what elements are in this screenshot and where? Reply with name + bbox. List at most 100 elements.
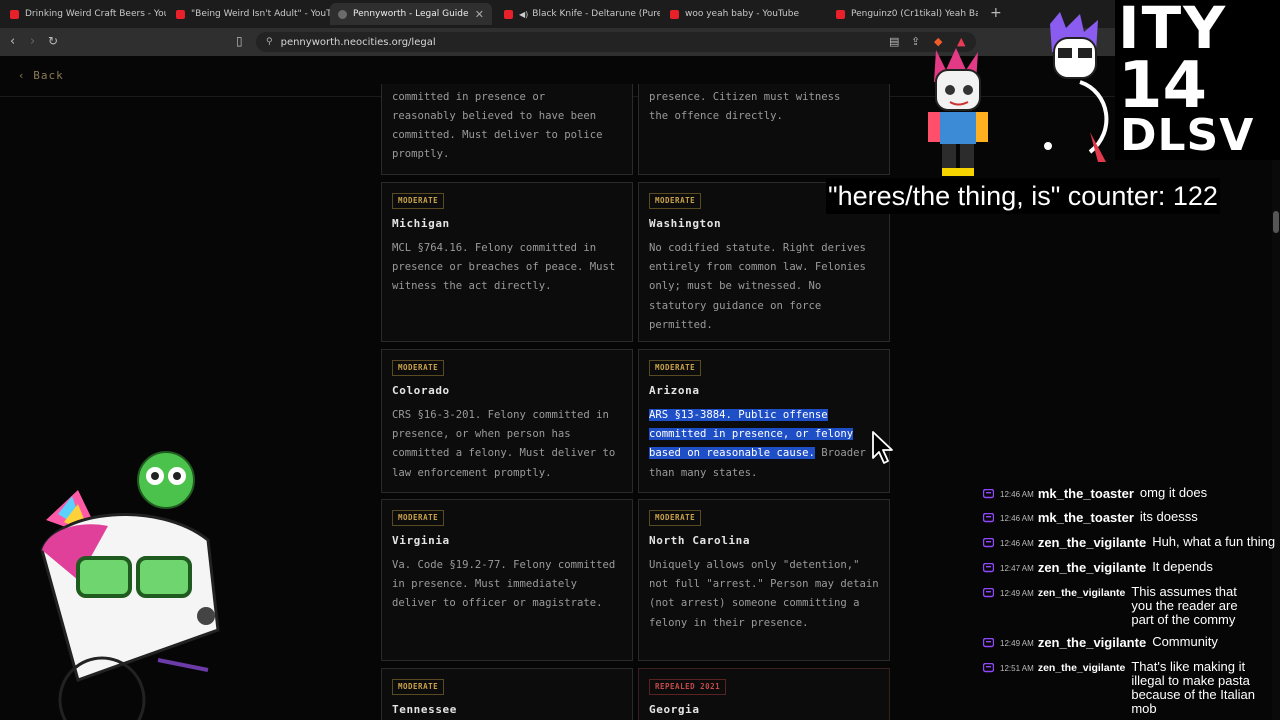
scrollbar-thumb[interactable] [1273,211,1279,233]
card-text-line: the offence directly. [649,110,783,122]
tab-pennyworth-legal[interactable]: Pennyworth - Legal Guide ✕ [330,3,492,25]
chat-text: Community [1152,634,1218,649]
youtube-icon [504,9,513,19]
tab-youtube-being-weird[interactable]: "Being Weird Isn't Adult" - YouTube [168,3,332,25]
state-card-arizona: MODERATE Arizona ARS §13-3884. Public of… [638,349,890,493]
chat-username: zen_the_vigilante [1037,560,1147,575]
reader-mode-icon[interactable]: ▤ [889,35,899,48]
chat-username: zen_the_vigilante [1037,662,1126,674]
state-card-north-carolina: MODERATE North Carolina Uniquely allows … [638,499,890,661]
card-text-line: committed in presence or [392,91,546,103]
share-icon[interactable]: ⇪ [911,35,920,48]
chat-username: zen_the_vigilante [1037,635,1147,650]
chat-message: 12:49 AM zen_the_vigilante This assumes … [983,585,1249,627]
card-text-line: promptly. [392,148,450,160]
state-description: CRS §16-3-201. Felony committed in prese… [392,409,616,479]
tab-youtube-craft-beers[interactable]: Drinking Weird Craft Beers - YouTube [2,3,166,25]
severity-badge: MODERATE [649,360,702,376]
youtube-icon [670,9,679,19]
severity-badge: MODERATE [649,193,702,209]
stream-logo-text: DLSV [1120,110,1255,161]
state-name: Arizona [649,384,700,397]
address-text[interactable]: pennyworth.neocities.org/legal [281,37,436,48]
chat-badge-icon [983,563,994,573]
phrase-counter: "heres/the thing, is" counter: 122 [826,178,1220,214]
state-card-tennessee: MODERATE Tennessee [381,668,633,720]
state-name: Washington [649,217,722,230]
chat-badge-icon [983,489,994,499]
state-description: No codified statute. Right derives entir… [649,242,866,331]
chat-badge-icon [983,663,994,673]
neocities-icon [338,9,347,19]
tab-woo-yeah-baby[interactable]: woo yeah baby - YouTube [662,3,826,25]
back-link[interactable]: ‹ Back [18,69,64,82]
chat-message: 12:46 AM mk_the_toaster omg it does [983,486,1207,501]
state-card-michigan: MODERATE Michigan MCL §764.16. Felony co… [381,182,633,342]
severity-badge: MODERATE [392,679,445,695]
tab-title: Penguinz0 (Cr1tikal) Yeah Baby. That [851,9,978,19]
tab-penguinz0[interactable]: Penguinz0 (Cr1tikal) Yeah Baby. That [828,3,978,25]
bookmark-icon[interactable]: ▯ [236,34,243,48]
close-tab-icon[interactable]: ✕ [469,8,484,21]
state-name: Colorado [392,384,450,397]
address-bar[interactable]: ⚲ pennyworth.neocities.org/legal [256,32,976,52]
severity-badge: REPEALED 2021 [649,679,727,695]
state-name: Michigan [392,217,450,230]
chat-timestamp: 12:47 AM [1000,564,1034,573]
tab-title: "Being Weird Isn't Adult" - YouTube [191,9,332,19]
chat-text: its doesss [1139,509,1198,524]
state-description: Va. Code §19.2-77. Felony committed in p… [392,559,616,610]
stream-chat: 12:46 AM mk_the_toaster omg it does 12:4… [975,484,1280,720]
card-text-line: reasonably believed to have been [392,110,597,122]
state-name: North Carolina [649,534,751,547]
state-description: Uniquely allows only "detention," not fu… [649,559,879,629]
chat-message: 12:51 AM zen_the_vigilante That's like m… [983,660,1259,716]
chat-message: 12:46 AM mk_the_toaster its doesss [983,510,1198,525]
chat-badge-icon [983,513,994,523]
mouse-cursor-icon [872,431,893,464]
chat-text: That's like making it illegal to make pa… [1131,659,1255,716]
chat-message: 12:46 AM zen_the_vigilante Huh, what a f… [983,535,1275,550]
site-info-icon[interactable]: ⚲ [266,37,273,47]
reload-icon[interactable]: ↻ [48,34,58,48]
tab-title: Pennyworth - Legal Guide [353,9,469,19]
state-card-partial-right: presence. Citizen must witness the offen… [638,84,890,175]
chat-text: This assumes that you the reader are par… [1131,584,1238,627]
card-text-line: committed. Must deliver to police [392,129,603,141]
chat-username: mk_the_toaster [1037,486,1134,501]
chat-username: zen_the_vigilante [1037,535,1147,550]
state-card-virginia: MODERATE Virginia Va. Code §19.2-77. Fel… [381,499,633,661]
chat-timestamp: 12:49 AM [1000,639,1034,648]
state-name: Tennessee [392,703,458,716]
youtube-icon [10,9,19,19]
chat-timestamp: 12:51 AM [1000,664,1034,673]
chat-text: omg it does [1139,485,1208,500]
speaker-icon[interactable]: ◀) [519,10,528,19]
chat-badge-icon [983,588,994,598]
tab-title: Black Knife - Deltarune (Pure Dat [532,9,660,19]
state-card-georgia: REPEALED 2021 Georgia [638,668,890,720]
chat-username: mk_the_toaster [1037,510,1134,525]
tab-title: Drinking Weird Craft Beers - YouTube [25,9,166,19]
severity-badge: MODERATE [392,360,445,376]
forward-arrow-icon[interactable]: › [30,34,35,49]
state-card-colorado: MODERATE Colorado CRS §16-3-201. Felony … [381,349,633,493]
state-description: ARS §13-3884. Public offense committed i… [649,406,881,483]
back-label[interactable]: Back [33,69,64,82]
chat-text: It depends [1152,559,1213,574]
chat-timestamp: 12:46 AM [1000,514,1034,523]
state-name: Georgia [649,703,700,716]
new-tab-button[interactable]: + [990,5,1002,21]
chat-message: 12:49 AM zen_the_vigilante Community [983,635,1218,650]
tab-black-knife[interactable]: ◀) Black Knife - Deltarune (Pure Dat [496,3,660,25]
state-name: Virginia [392,534,450,547]
severity-badge: MODERATE [392,193,445,209]
chat-badge-icon [983,638,994,648]
chat-timestamp: 12:46 AM [1000,539,1034,548]
stream-logo-text: 14 [1118,49,1208,123]
chat-timestamp: 12:46 AM [1000,490,1034,499]
chat-timestamp: 12:49 AM [1000,589,1034,598]
back-arrow-icon[interactable]: ‹ [10,34,15,49]
streamer-avatar-character [1044,12,1109,162]
state-card-partial-left: committed in presence or reasonably beli… [381,84,633,175]
